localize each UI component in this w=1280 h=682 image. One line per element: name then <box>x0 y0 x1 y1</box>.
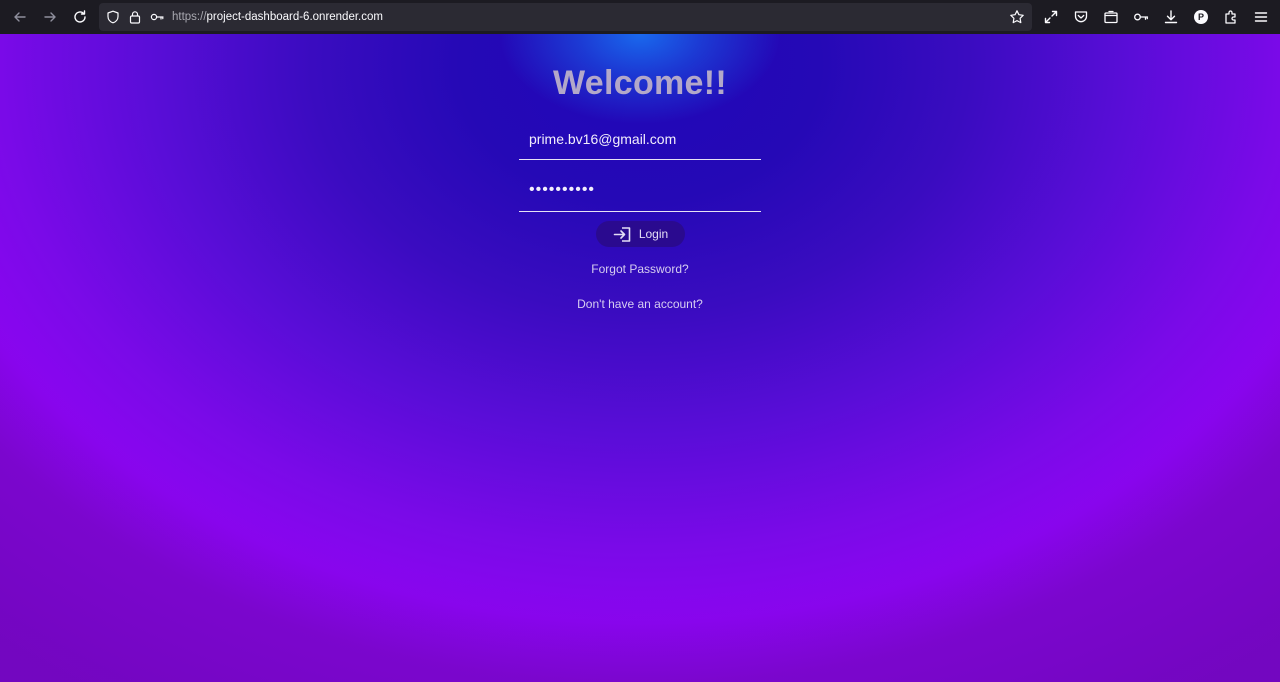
reload-icon <box>74 10 86 23</box>
url-text[interactable]: https://project-dashboard-6.onrender.com <box>172 11 383 23</box>
app-menu-button[interactable] <box>1246 0 1276 34</box>
pocket-button[interactable] <box>1066 0 1096 34</box>
containers-button[interactable] <box>1096 0 1126 34</box>
pocket-icon <box>1074 11 1088 23</box>
password-field-wrapper <box>519 173 761 212</box>
passwords-button[interactable] <box>1126 0 1156 34</box>
download-icon <box>1164 10 1178 24</box>
url-host: project-dashboard-6.onrender.com <box>206 11 383 23</box>
forgot-password-row: Forgot Password? <box>0 262 1280 276</box>
downloads-button[interactable] <box>1156 0 1186 34</box>
page-viewport: Welcome!! Login Forgot Password? Don't h… <box>0 34 1280 682</box>
key-icon <box>150 13 164 21</box>
email-field-wrapper <box>519 122 761 160</box>
hamburger-menu-icon <box>1254 12 1268 22</box>
login-button[interactable]: Login <box>596 221 685 247</box>
signup-link[interactable]: Don't have an account? <box>577 297 703 311</box>
forgot-password-link[interactable]: Forgot Password? <box>591 262 688 276</box>
browser-toolbar: https://project-dashboard-6.onrender.com… <box>0 0 1280 34</box>
site-security-button[interactable] <box>124 3 146 31</box>
arrow-left-icon <box>14 12 26 22</box>
email-field[interactable] <box>529 122 751 156</box>
login-button-label: Login <box>638 227 669 241</box>
lock-icon <box>129 11 141 24</box>
profile-icon: P <box>1194 10 1208 24</box>
fullscreen-button[interactable] <box>1036 0 1066 34</box>
site-permissions-button[interactable] <box>146 3 168 31</box>
toolbar-right-group: P <box>1036 0 1276 34</box>
tracking-protection-button[interactable] <box>102 3 124 31</box>
back-button[interactable] <box>5 0 35 34</box>
login-icon <box>613 226 631 242</box>
address-bar[interactable]: https://project-dashboard-6.onrender.com <box>99 3 1032 31</box>
puzzle-icon <box>1225 10 1236 24</box>
shield-icon <box>107 10 119 24</box>
password-field[interactable] <box>529 173 751 207</box>
page-title: Welcome!! <box>553 64 727 102</box>
key-icon <box>1134 13 1149 21</box>
forward-button[interactable] <box>35 0 65 34</box>
star-icon <box>1010 10 1024 24</box>
account-button[interactable]: P <box>1186 0 1216 34</box>
bookmark-button[interactable] <box>1006 3 1028 31</box>
reload-button[interactable] <box>65 0 95 34</box>
url-scheme: https:// <box>172 11 207 23</box>
arrow-right-icon <box>44 12 56 22</box>
expand-icon <box>1044 10 1058 24</box>
signup-row: Don't have an account? <box>0 297 1280 311</box>
container-icon <box>1104 10 1118 24</box>
extensions-button[interactable] <box>1216 0 1246 34</box>
